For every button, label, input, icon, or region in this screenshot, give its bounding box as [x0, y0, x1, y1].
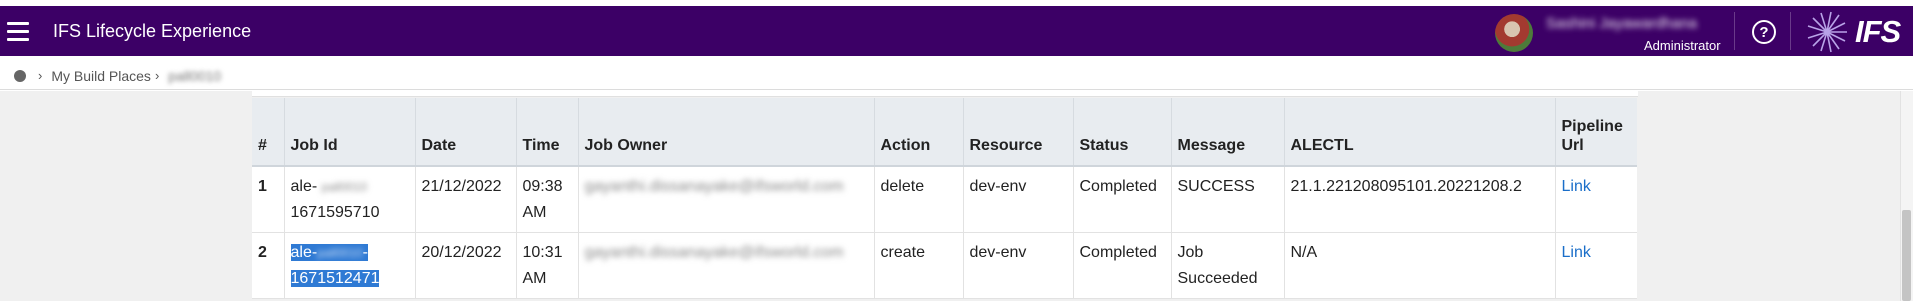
column-header-number[interactable]: # — [252, 98, 285, 167]
ifs-logo-text: IFS — [1855, 14, 1901, 49]
cell-resource: dev-env — [963, 166, 1074, 233]
cell-message: SUCCESS — [1171, 166, 1285, 233]
message-line-1: Job — [1177, 244, 1204, 261]
breadcrumb-item-build-places[interactable]: My Build Places — [51, 68, 151, 84]
cell-job-owner: gayanthi.dissanayake@ifsworld.com — [578, 166, 875, 233]
job-id-obscured: pall0010 — [321, 180, 368, 194]
scrollbar-thumb[interactable] — [1902, 210, 1911, 301]
job-id-suffix: 1671595710 — [290, 204, 380, 221]
cell-status: Completed — [1073, 232, 1172, 299]
pipeline-link[interactable]: Link — [1562, 178, 1591, 195]
divider — [1734, 12, 1735, 50]
cell-pipeline-url: Link — [1555, 166, 1637, 233]
cell-time: 09:38 AM — [516, 166, 579, 233]
cell-pipeline-url: Link — [1555, 232, 1637, 299]
app-title: IFS Lifecycle Experience — [53, 21, 252, 41]
column-header-job-id[interactable]: Job Id — [284, 98, 416, 167]
cell-job-owner: gayanthi.dissanayake@ifsworld.com — [578, 232, 875, 299]
breadcrumb-item-current: pall0010 — [168, 67, 222, 84]
column-header-alectl[interactable]: ALECTL — [1284, 98, 1556, 167]
user-name[interactable]: Sashini Jayawardhana — [1546, 15, 1697, 32]
message-line-2: Succeeded — [1177, 270, 1258, 287]
column-header-pipeline-url[interactable]: Pipeline Url — [1555, 98, 1637, 167]
job-id-suffix: 1671512471 — [290, 270, 380, 287]
cell-job-id[interactable]: ale- pall0010 1671595710 — [284, 166, 416, 233]
cell-number: 2 — [252, 232, 285, 299]
cell-date: 21/12/2022 — [415, 166, 517, 233]
menu-icon[interactable] — [7, 17, 29, 45]
help-icon[interactable]: ? — [1752, 20, 1776, 44]
avatar[interactable] — [1495, 14, 1533, 52]
table-row[interactable]: 1 ale- pall0010 1671595710 21/12/2022 09… — [252, 166, 1637, 233]
cell-action: delete — [874, 166, 964, 233]
job-id-obscured: pall0010 — [317, 246, 363, 260]
cell-job-id[interactable]: ale-pall0010- 1671512471 — [284, 232, 416, 299]
job-id-prefix: ale- — [290, 178, 318, 195]
column-header-job-owner[interactable]: Job Owner — [578, 98, 875, 167]
home-icon[interactable] — [14, 69, 26, 82]
cell-alectl: N/A — [1284, 232, 1556, 299]
job-id-dash: - — [362, 244, 368, 261]
table-header-row: # Job Id Date Time Job Owner Action Reso… — [252, 98, 1637, 167]
chevron-right-icon: › — [154, 68, 160, 83]
column-header-time[interactable]: Time — [516, 98, 579, 167]
table-row[interactable]: 2 ale-pall0010- 1671512471 20/12/2022 10… — [252, 232, 1637, 299]
cell-date: 20/12/2022 — [415, 232, 517, 299]
cell-status: Completed — [1073, 166, 1172, 233]
chevron-right-icon: › — [38, 68, 43, 83]
jobs-table: # Job Id Date Time Job Owner Action Reso… — [252, 98, 1637, 299]
time-value: 10:31 — [522, 244, 563, 261]
time-meridiem: AM — [522, 270, 547, 287]
cell-number: 1 — [252, 166, 285, 233]
column-header-action[interactable]: Action — [874, 98, 964, 167]
divider — [1790, 12, 1791, 50]
owner-email: gayanthi.dissanayake@ifsworld.com — [584, 244, 844, 261]
column-header-resource[interactable]: Resource — [963, 98, 1074, 167]
cell-time: 10:31 AM — [516, 232, 579, 299]
top-bar: IFS Lifecycle Experience Sashini Jayawar… — [0, 0, 1913, 62]
cell-action: create — [874, 232, 964, 299]
column-header-message[interactable]: Message — [1171, 98, 1285, 167]
column-header-date[interactable]: Date — [415, 98, 517, 167]
pipeline-link[interactable]: Link — [1562, 244, 1591, 261]
panel-top-edge — [252, 91, 1638, 97]
column-header-status[interactable]: Status — [1073, 98, 1172, 167]
user-role: Administrator — [1644, 38, 1721, 53]
job-id-prefix: ale- — [290, 244, 318, 261]
cell-message: Job Succeeded — [1171, 232, 1285, 299]
cell-alectl: 21.1.221208095101.20221208.2 — [1284, 166, 1556, 233]
owner-email: gayanthi.dissanayake@ifsworld.com — [584, 178, 844, 195]
time-meridiem: AM — [522, 204, 547, 221]
cell-resource: dev-env — [963, 232, 1074, 299]
breadcrumb: › My Build Places › pall0010 — [0, 62, 1913, 90]
header-bar: IFS Lifecycle Experience Sashini Jayawar… — [0, 6, 1913, 56]
time-value: 09:38 — [522, 178, 563, 195]
